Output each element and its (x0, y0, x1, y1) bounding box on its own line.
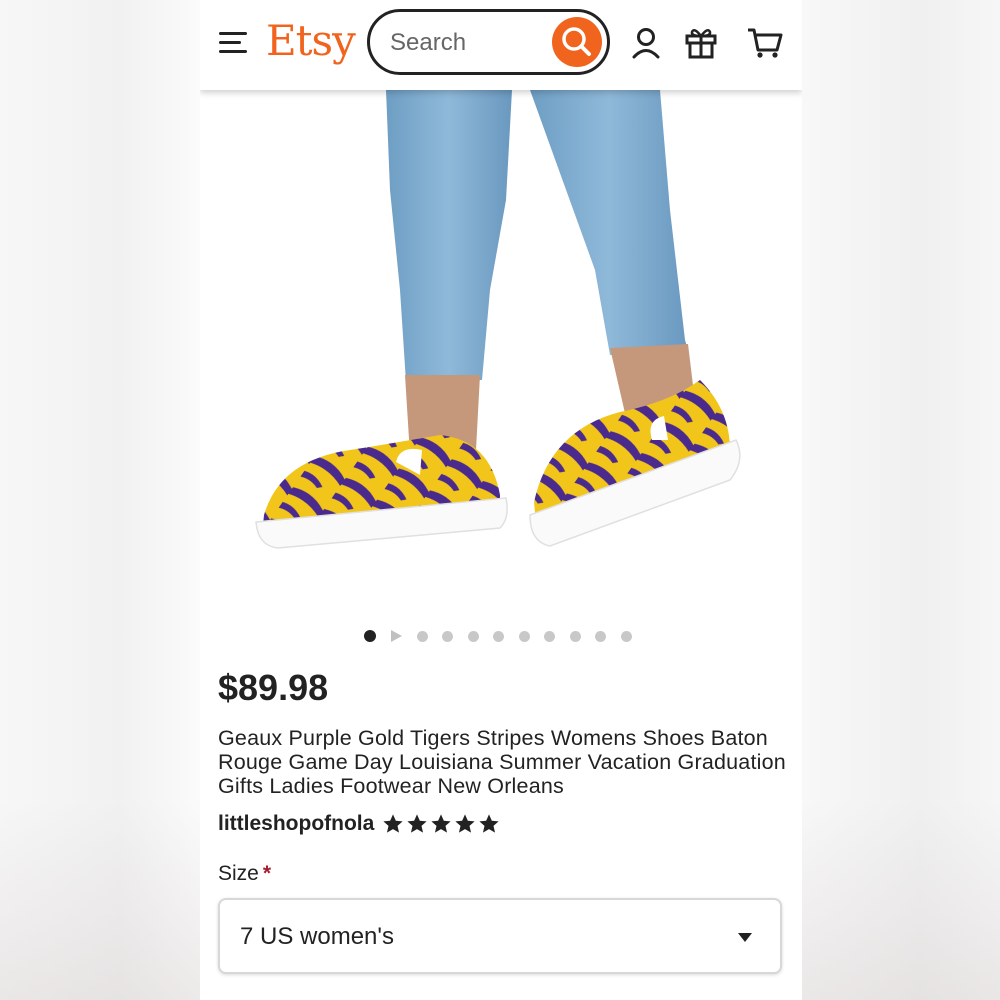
gift-icon[interactable] (683, 24, 719, 60)
etsy-logo[interactable]: Etsy (266, 16, 356, 65)
account-icon[interactable] (628, 24, 664, 60)
search-bar (367, 9, 610, 75)
shop-row: littleshopofnola (218, 812, 502, 836)
carousel-dot-1[interactable] (364, 630, 376, 642)
star-icon (431, 814, 451, 833)
star-icon (479, 814, 499, 833)
size-label: Size * (218, 862, 271, 886)
size-selected-value: 7 US women's (240, 923, 394, 950)
chevron-down-icon (738, 933, 752, 942)
carousel-dot-4[interactable] (442, 630, 453, 642)
carousel-dot-11[interactable] (620, 630, 632, 642)
image-carousel-indicators (364, 629, 646, 643)
search-button[interactable] (552, 17, 602, 67)
carousel-dot-10[interactable] (595, 630, 606, 642)
carousel-dot-7[interactable] (518, 630, 530, 642)
mobile-page: Etsy Search $89.98 Geaux Purple Gold Tig… (200, 0, 802, 1000)
search-icon (562, 27, 591, 56)
product-price: $89.98 (218, 667, 329, 708)
required-mark: * (262, 862, 272, 885)
carousel-dot-5[interactable] (467, 630, 479, 642)
star-rating[interactable] (382, 813, 502, 835)
shop-name-link[interactable]: littleshopofnola (218, 812, 374, 836)
search-input[interactable] (388, 26, 542, 60)
star-icon (383, 814, 403, 833)
carousel-dot-8[interactable] (544, 630, 555, 642)
cart-icon[interactable] (746, 24, 783, 60)
video-play-icon[interactable] (390, 630, 402, 642)
background-right (800, 0, 1000, 1000)
carousel-dot-3[interactable] (416, 630, 428, 642)
star-icon (407, 814, 427, 833)
carousel-dot-6[interactable] (493, 630, 504, 642)
size-select[interactable]: 7 US women's (218, 898, 782, 974)
carousel-dot-9[interactable] (569, 630, 581, 642)
product-title: Geaux Purple Gold Tigers Stripes Womens … (218, 726, 786, 798)
star-icon (455, 814, 475, 833)
size-label-text: Size (218, 862, 259, 885)
menu-icon[interactable] (216, 28, 252, 58)
site-header: Etsy (200, 0, 802, 90)
background-left (0, 0, 200, 1000)
product-image[interactable] (200, 90, 802, 610)
